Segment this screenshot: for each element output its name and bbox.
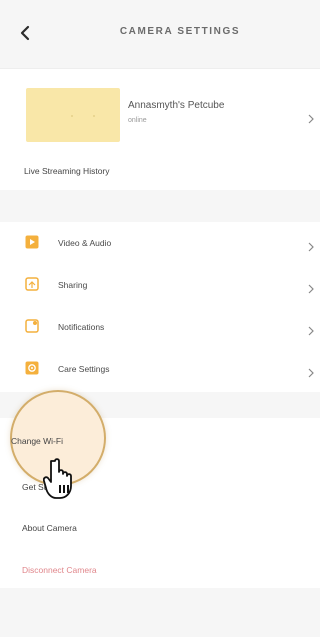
sharing-icon — [25, 277, 39, 291]
settings-item-sharing[interactable]: Sharing — [0, 264, 320, 306]
camera-name: Annasmyth's Petcube — [128, 100, 225, 111]
camera-card[interactable]: Annasmyth's Petcube online Live Streamin… — [0, 80, 320, 190]
chevron-right-icon — [308, 323, 314, 341]
settings-item-notifications[interactable]: Notifications — [0, 306, 320, 348]
about-camera-item[interactable]: About Camera — [22, 523, 77, 533]
settings-item-care-settings[interactable]: Care Settings — [0, 348, 320, 390]
settings-item-label: Care Settings — [58, 364, 110, 374]
header: CAMERA SETTINGS — [0, 0, 320, 69]
chevron-right-icon — [308, 111, 314, 129]
notifications-icon — [25, 319, 39, 333]
page-title: CAMERA SETTINGS — [119, 26, 241, 37]
chevron-right-icon — [308, 365, 314, 383]
care-settings-icon — [25, 361, 39, 375]
bottom-band — [0, 588, 320, 637]
chevron-right-icon — [308, 239, 314, 257]
camera-settings-screen: CAMERA SETTINGS Annasmyth's Petcube onli… — [0, 0, 320, 637]
settings-item-label: Notifications — [58, 322, 105, 332]
chevron-right-icon — [308, 281, 314, 299]
camera-status: online — [128, 117, 147, 124]
thumbnail-dot — [71, 115, 73, 117]
camera-thumbnail — [26, 88, 120, 142]
change-wifi-item[interactable]: Change Wi-Fi — [11, 436, 63, 446]
thumbnail-dot — [93, 115, 95, 117]
disconnect-camera-item[interactable]: Disconnect Camera — [22, 565, 97, 575]
settings-item-label: Sharing — [58, 280, 88, 290]
live-streaming-history-item[interactable]: Live Streaming History — [24, 166, 110, 176]
section-divider — [0, 190, 320, 222]
settings-item-label: Video & Audio — [58, 238, 112, 248]
settings-item-video-audio[interactable]: Video & Audio — [0, 222, 320, 264]
hand-cursor-icon — [43, 457, 91, 501]
back-button[interactable] — [14, 22, 36, 44]
video-audio-icon — [25, 235, 39, 249]
settings-list: Video & Audio Sharing Notifications Care… — [0, 222, 320, 392]
chevron-left-icon — [20, 25, 30, 41]
